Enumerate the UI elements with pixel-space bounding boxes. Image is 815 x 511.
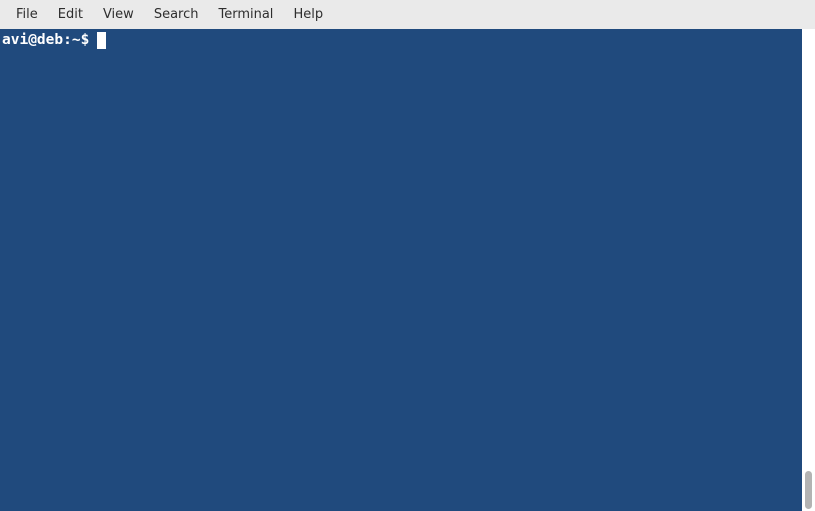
menu-search[interactable]: Search (144, 3, 209, 26)
scrollbar-track[interactable] (802, 29, 815, 511)
menu-edit[interactable]: Edit (48, 3, 93, 26)
terminal-content[interactable]: avi@deb:~$ (0, 29, 802, 511)
menu-help[interactable]: Help (283, 3, 333, 26)
menubar: File Edit View Search Terminal Help (0, 0, 815, 29)
cursor-icon (97, 32, 106, 49)
prompt-text: avi@deb:~$ (2, 31, 89, 49)
menu-file[interactable]: File (6, 3, 48, 26)
menu-terminal[interactable]: Terminal (208, 3, 283, 26)
menu-view[interactable]: View (93, 3, 144, 26)
scrollbar-thumb[interactable] (805, 471, 812, 509)
prompt-line: avi@deb:~$ (2, 31, 800, 49)
terminal-area[interactable]: avi@deb:~$ (0, 29, 802, 511)
